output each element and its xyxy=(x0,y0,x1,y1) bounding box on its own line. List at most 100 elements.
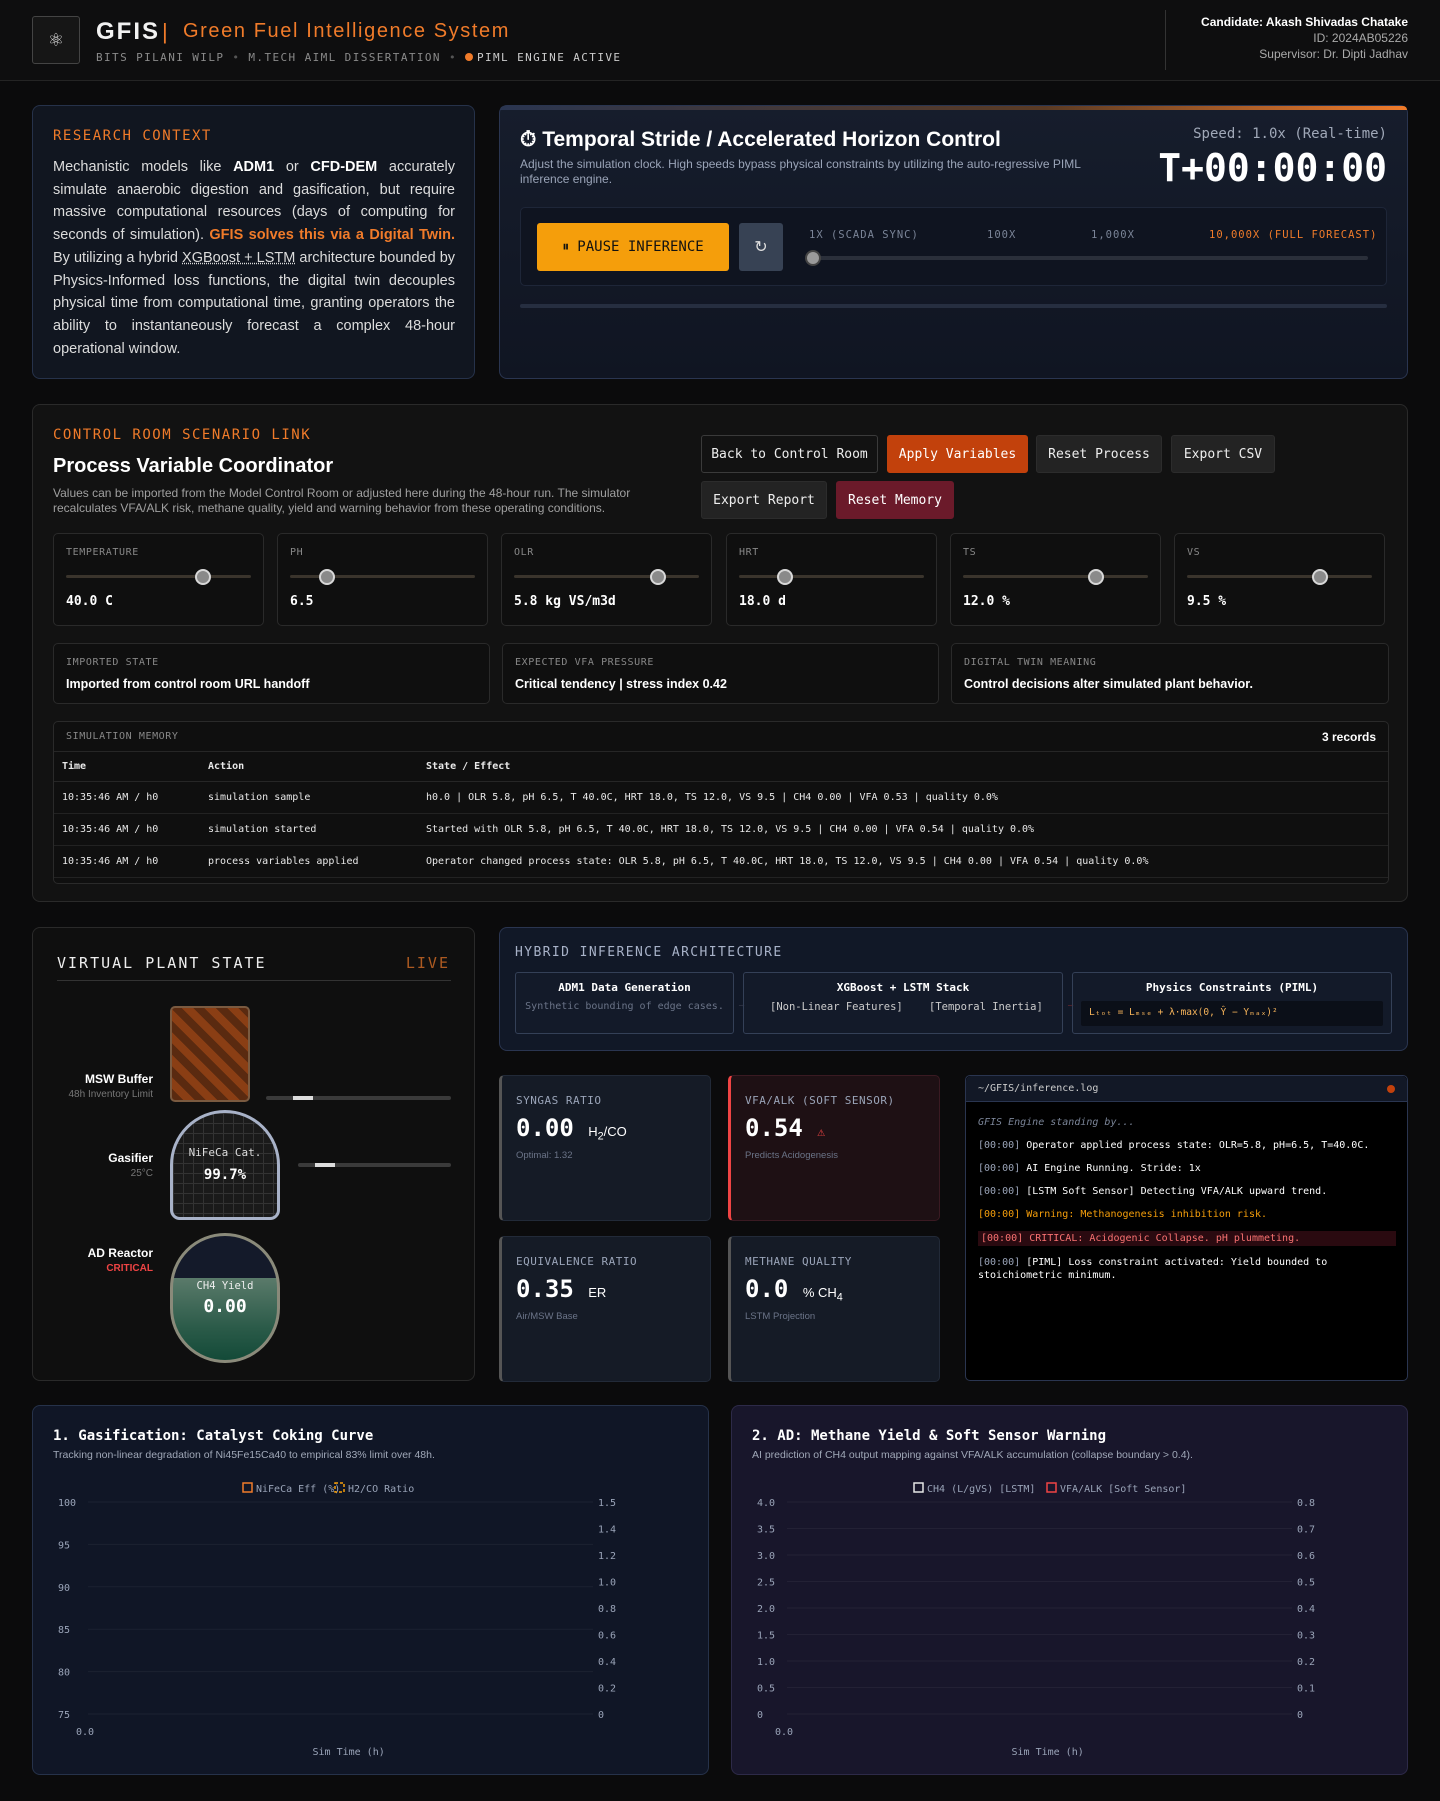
card-title: IMPORTED STATE xyxy=(66,657,159,668)
left-tick-label: 75 xyxy=(58,1710,70,1721)
catalyst-label: NiFeCa Cat. xyxy=(188,1146,262,1159)
variable-name: TEMPERATURE xyxy=(66,547,139,558)
variable-slider-track[interactable] xyxy=(1187,575,1372,578)
log-line: [00:00] [PIML] Loss constraint activated… xyxy=(978,1257,1328,1281)
variable-slider-handle[interactable] xyxy=(1312,569,1329,585)
brand-subtitle: Green Fuel Intelligence System xyxy=(183,20,511,42)
stride-slider-handle[interactable] xyxy=(805,250,821,266)
refresh-icon[interactable]: ↻ xyxy=(739,223,783,271)
pause-icon: ⏸ xyxy=(562,239,570,255)
left-tick-label: 80 xyxy=(58,1668,70,1679)
msw-flow-indicator xyxy=(293,1096,313,1100)
card-title: DIGITAL TWIN MEANING xyxy=(964,657,1097,668)
log-standby: GFIS Engine standing by... xyxy=(978,1117,1135,1128)
msw-buffer-tank xyxy=(170,1006,250,1102)
left-tick-label: 1.0 xyxy=(757,1657,775,1668)
ad-reactor-label: AD Reactor CRITICAL xyxy=(87,1246,153,1274)
reset-memory-button[interactable]: Reset Memory xyxy=(836,481,954,519)
memory-title: SIMULATION MEMORY xyxy=(66,731,179,742)
card-title: EXPECTED VFA PRESSURE xyxy=(515,657,655,668)
variable-slider-handle[interactable] xyxy=(650,569,667,585)
variable-slider-track[interactable] xyxy=(66,575,251,578)
table-row: 10:35:46 AM / h0 simulation sample h0.0 | … xyxy=(54,781,1388,814)
variable-slider-track[interactable] xyxy=(963,575,1148,578)
table-cell: 10:35:46 AM / h0 xyxy=(54,813,200,846)
accent-bar xyxy=(500,106,1407,110)
legend-label: NiFeCa Eff (%) xyxy=(256,1484,340,1495)
app-header: ⚛ GFIS | Green Fuel Intelligence System … xyxy=(0,0,1440,81)
tick-1x: 1X (SCADA SYNC) xyxy=(809,229,919,241)
metric-value: 0.00 H2/CO xyxy=(516,1114,627,1143)
architecture-title: HYBRID INFERENCE ARCHITECTURE xyxy=(515,945,783,960)
table-cell: Started with OLR 5.8, pH 6.5, T 40.0C, H… xyxy=(418,813,1388,846)
column-header: Action xyxy=(200,751,418,782)
table-cell: Operator changed process state: OLR 5.8,… xyxy=(418,845,1388,878)
process-variable-coordinator: CONTROL ROOM SCENARIO LINK Process Varia… xyxy=(32,404,1408,902)
variable-slider-handle[interactable] xyxy=(319,569,335,585)
inference-log[interactable]: ~/GFIS/inference.log GFIS Engine standin… xyxy=(965,1075,1408,1381)
atom-icon: ⚛ xyxy=(32,16,80,64)
card-value: Control decisions alter simulated plant … xyxy=(964,677,1253,691)
left-tick-label: 90 xyxy=(58,1583,70,1594)
right-tick-label: 1.2 xyxy=(598,1551,616,1562)
status-dot-icon xyxy=(1387,1085,1395,1093)
stride-slider-track[interactable] xyxy=(813,256,1368,260)
variable-name: VS xyxy=(1187,547,1201,558)
variable-slider-track[interactable] xyxy=(514,575,699,578)
memory-table: Time Action State / Effect 10:35:46 AM /… xyxy=(54,751,1388,878)
variable-card-ph: PH 6.5 xyxy=(277,533,488,626)
right-tick-label: 1.5 xyxy=(598,1498,616,1509)
warning-icon: ⚠ xyxy=(817,1125,826,1140)
metric-subtitle: Air/MSW Base xyxy=(516,1311,578,1322)
ad-reactor-vessel: CH4 Yield 0.00 xyxy=(170,1233,280,1363)
export-csv-button[interactable]: Export CSV xyxy=(1171,435,1275,473)
stride-title: ⏱ Temporal Stride / Accelerated Horizon … xyxy=(520,128,1001,151)
left-tick-label: 2.0 xyxy=(757,1604,775,1615)
stride-controls: ⏸ PAUSE INFERENCE ↻ 1X (SCADA SYNC) 100X … xyxy=(520,207,1387,286)
reset-process-button[interactable]: Reset Process xyxy=(1036,435,1162,473)
coordinator-label: CONTROL ROOM SCENARIO LINK xyxy=(53,427,312,443)
temporal-stride-panel: ⏱ Temporal Stride / Accelerated Horizon … xyxy=(499,105,1408,379)
variable-card-ts: TS 12.0 % xyxy=(950,533,1161,626)
tick-10000x: 10,000X (FULL FORECAST) xyxy=(1209,229,1378,241)
tagline: BITS PILANI WILP • M.TECH AIML DISSERTATIO… xyxy=(96,51,622,64)
candidate-id: ID: 2024AB05226 xyxy=(1313,31,1408,45)
variable-slider-handle[interactable] xyxy=(777,569,794,585)
simulation-memory: SIMULATION MEMORY 3 records Time Action … xyxy=(53,721,1389,884)
research-context-title: RESEARCH CONTEXT xyxy=(53,128,212,144)
brand-title: GFIS xyxy=(96,18,161,45)
digital-twin-meaning-card: DIGITAL TWIN MEANING Control decisions a… xyxy=(951,643,1389,704)
variable-slider-handle[interactable] xyxy=(1088,569,1105,585)
catalyst-coking-chart: 1. Gasification: Catalyst Coking Curve T… xyxy=(32,1405,709,1775)
research-context-text: Mechanistic models like ADM1 or CFD-DEM … xyxy=(53,159,456,357)
variable-name: TS xyxy=(963,547,977,558)
apply-variables-button[interactable]: Apply Variables xyxy=(887,435,1028,473)
variable-slider-track[interactable] xyxy=(290,575,475,578)
legend-label: VFA/ALK [Soft Sensor] xyxy=(1060,1484,1186,1495)
metric-title: EQUIVALENCE RATIO xyxy=(516,1255,638,1268)
left-tick-label: 100 xyxy=(58,1498,76,1509)
tick-100x: 100X xyxy=(987,229,1017,241)
gasifier-vessel: NiFeCa Cat. 99.7% xyxy=(170,1110,280,1220)
right-tick-label: 0.2 xyxy=(1297,1657,1315,1668)
left-tick-label: 85 xyxy=(58,1625,70,1636)
right-tick-label: 0 xyxy=(1297,1710,1303,1721)
metric-title: METHANE QUALITY xyxy=(745,1255,852,1268)
variable-value: 5.8 kg VS/m3d xyxy=(514,594,616,609)
variable-slider-handle[interactable] xyxy=(194,569,211,585)
x-axis-label: Sim Time (h) xyxy=(1012,1747,1084,1758)
x-tick-label: 0.0 xyxy=(76,1727,94,1738)
brand-separator: | xyxy=(162,19,168,44)
card-value: Imported from control room URL handoff xyxy=(66,677,310,691)
left-tick-label: 1.5 xyxy=(757,1631,775,1642)
column-header: Time xyxy=(54,751,200,782)
stride-progress-bar xyxy=(520,304,1387,308)
equivalence-ratio-card: EQUIVALENCE RATIO 0.35 ER Air/MSW Base xyxy=(499,1236,711,1382)
variable-slider-track[interactable] xyxy=(739,575,924,578)
tag-program: M.TECH AIML DISSERTATION xyxy=(248,51,441,64)
back-to-control-room-button[interactable]: Back to Control Room xyxy=(701,435,878,473)
column-header: State / Effect xyxy=(418,751,1388,782)
pause-inference-button[interactable]: ⏸ PAUSE INFERENCE xyxy=(537,223,729,271)
right-tick-label: 0.5 xyxy=(1297,1578,1315,1589)
export-report-button[interactable]: Export Report xyxy=(701,481,827,519)
